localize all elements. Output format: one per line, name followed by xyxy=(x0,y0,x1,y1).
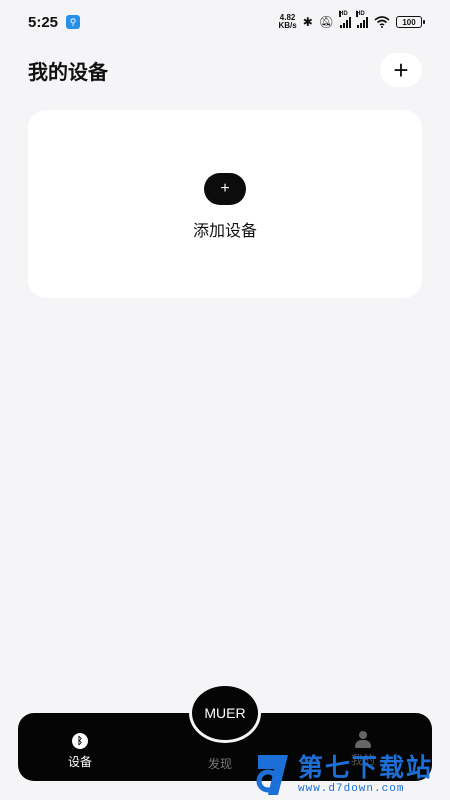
signal-tag-2: HD xyxy=(356,11,365,17)
plus-icon: + xyxy=(220,180,230,197)
status-left: 5:25 ⚲ xyxy=(28,13,81,31)
page-header: 我的设备 + xyxy=(28,52,422,88)
bluetooth-icon: ᛒ xyxy=(72,733,88,749)
header-add-button[interactable]: + xyxy=(380,53,422,87)
center-muer-label: MUER xyxy=(204,705,246,721)
signal-icon-1: HD xyxy=(339,11,351,28)
mute-bell-icon: 🔕︎ xyxy=(318,15,334,29)
page-title: 我的设备 xyxy=(28,59,108,84)
signal-icon-2: HD xyxy=(356,11,368,28)
person-icon xyxy=(355,731,371,749)
status-bar: 5:25 ⚲ 4.82 KB/s ✱ 🔕︎ HD HD 100 xyxy=(0,0,450,44)
plus-icon: + xyxy=(393,54,409,85)
notification-app-icon: ⚲ xyxy=(66,15,81,29)
center-muer-button[interactable]: MUER xyxy=(189,683,261,743)
wifi-icon xyxy=(374,16,390,28)
watermark-text: 第七下载站 www.d7down.com xyxy=(298,753,433,795)
add-device-plus-button[interactable]: + xyxy=(204,173,246,205)
status-right: 4.82 KB/s ✱ 🔕︎ HD HD 100 xyxy=(278,11,425,30)
watermark-title: 第七下载站 xyxy=(298,753,434,782)
watermark-logo-icon xyxy=(256,755,288,795)
nav-item-discover[interactable]: 发现 xyxy=(208,755,232,772)
bluetooth-status-icon: ✱ xyxy=(302,15,313,29)
nav-discover-label: 发现 xyxy=(208,757,233,771)
watermark: 第七下载站 www.d7down.com xyxy=(254,748,450,800)
signal-tag-1: HD xyxy=(339,11,348,17)
add-device-card[interactable]: + 添加设备 xyxy=(28,110,422,298)
network-speed-unit: KB/s xyxy=(278,21,297,30)
watermark-url: www.d7down.com xyxy=(298,783,405,795)
nav-item-devices[interactable]: ᛒ 设备 xyxy=(68,733,92,770)
add-device-label: 添加设备 xyxy=(192,221,257,240)
battery-icon: 100 xyxy=(396,16,425,28)
network-speed: 4.82 KB/s xyxy=(278,14,296,30)
battery-level: 100 xyxy=(402,17,416,27)
nav-devices-label: 设备 xyxy=(68,755,93,769)
status-time: 5:25 xyxy=(28,13,59,31)
